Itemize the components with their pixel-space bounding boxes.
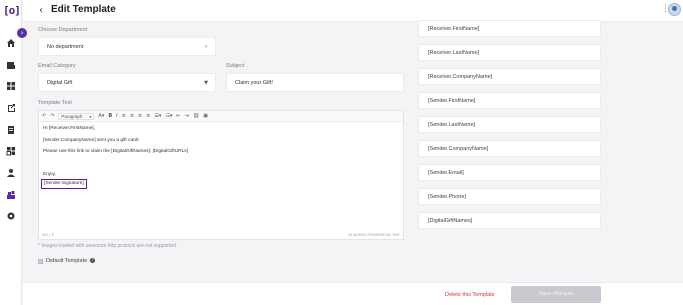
top-bar: ‹ Edit Template ⋮ [23,0,683,22]
email-category-select[interactable]: Digital Gift ▼ [38,73,216,92]
search-icon: ⌕ [204,42,208,50]
placeholder-item[interactable]: [Receiver.FirstName] [418,20,601,37]
document-icon[interactable] [6,125,16,135]
email-category-label: Email Category [38,63,76,69]
department-label: Choose Department [38,27,88,33]
indent-icon[interactable]: ⇥ [185,112,189,120]
undo-icon[interactable]: ↶ [42,112,46,120]
editor-line: Enjoy, [43,172,56,177]
template-editor[interactable]: ↶ ↷ Paragraph ▾ A▾ B I ≡ ≡ ≡ ≡ ☰▾ ☷▾ ⇤ ⇥ … [38,110,404,240]
department-select[interactable]: No department ⌕ [38,37,216,56]
subject-input[interactable]: Claim your Gift! [226,73,404,92]
dashboard-icon[interactable] [6,81,16,91]
sidebar-expand-icon[interactable]: › [17,28,27,38]
integrations-icon[interactable] [6,146,16,156]
page-title: Edit Template [51,4,116,15]
templates-icon[interactable] [6,190,16,200]
user-icon[interactable] [6,168,16,178]
chevron-down-icon: ▼ [204,79,208,86]
subject-label: Subject [226,63,245,69]
back-arrow-icon[interactable]: ‹ [39,5,43,16]
placeholder-item[interactable]: [Sender.Email] [418,164,601,181]
placeholder-item[interactable]: [Receiver.CompanyName] [418,68,601,85]
email-category-value: Digital Gift [47,79,73,86]
align-center-icon[interactable]: ≡ [130,112,134,120]
editor-line: [Sender.CompanyName] sent you a gift car… [43,137,139,143]
subject-value: Claim your Gift! [235,79,273,86]
editor-word-count: 16 WORDS POWERED BY TINY [348,233,400,237]
template-text-label: Template Text [38,100,72,106]
external-link-icon[interactable] [6,103,16,113]
info-icon[interactable]: ? [90,258,95,263]
bottom-action-bar: Delete this Template Save changes [23,282,683,305]
delete-template-link[interactable]: Delete this Template [445,292,495,298]
italic-button[interactable]: I [116,112,117,120]
link-icon[interactable]: ⛓ [193,112,199,120]
settings-gear-icon[interactable] [6,211,16,221]
home-icon[interactable] [6,38,16,48]
default-template-label: Default Template [46,258,88,264]
editor-line [43,161,188,167]
bullet-list-icon[interactable]: ☰▾ [154,112,161,120]
bold-button[interactable]: B [108,112,112,120]
editor-toolbar: ↶ ↷ Paragraph ▾ A▾ B I ≡ ≡ ≡ ≡ ☰▾ ☷▾ ⇤ ⇥ … [39,111,403,122]
align-left-icon[interactable]: ≡ [122,112,126,120]
redo-icon[interactable]: ↷ [50,112,54,120]
avatar[interactable] [668,3,681,16]
editor-line-signature: [Sender.Signature] [41,179,188,189]
outdent-icon[interactable]: ⇤ [176,112,180,120]
app-logo[interactable]: [o] [3,4,21,18]
signature-placeholder[interactable]: [Sender.Signature] [41,179,87,189]
default-template-checkbox[interactable] [38,259,43,264]
editor-content[interactable]: Hi [Receiver.FirstName], [Sender.Company… [41,126,189,195]
save-changes-button[interactable]: Save changes [511,286,601,303]
placeholder-item[interactable]: [Sender.Phone] [418,188,601,205]
placeholder-item[interactable]: [Receiver.LastName] [418,44,601,61]
editor-path: DIV > P [42,233,55,237]
placeholder-item[interactable]: [Sender.CompanyName] [418,140,601,157]
editor-line: Hi [Receiver.FirstName], [43,126,95,131]
gift-card-icon[interactable] [6,60,16,70]
placeholder-item[interactable]: [DigitalGiftNames] [418,212,601,229]
placeholder-item[interactable]: [Sender.LastName] [418,116,601,133]
department-value: No department [47,43,84,50]
sidebar: [o] [0,0,22,305]
http-image-note: * Images loaded with unsecure http proto… [38,243,178,249]
editor-line: Please use this link to claim the [Digit… [43,149,189,154]
align-justify-icon[interactable]: ≡ [146,112,150,120]
image-icon[interactable]: ▣ [203,112,208,120]
align-right-icon[interactable]: ≡ [138,112,142,120]
numbered-list-icon[interactable]: ☷▾ [165,112,172,120]
placeholder-item[interactable]: [Sender.FirstName] [418,92,601,109]
paragraph-format-select[interactable]: Paragraph ▾ [58,112,95,120]
text-color-icon[interactable]: A▾ [98,112,104,120]
